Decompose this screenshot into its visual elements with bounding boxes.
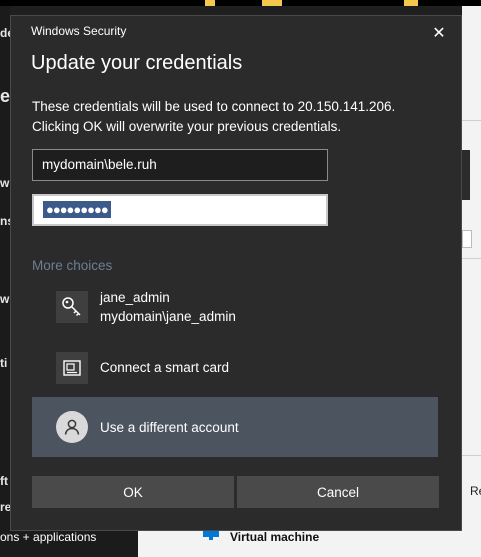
choice-saved-account[interactable]: jane_admin mydomain\jane_admin [32, 277, 438, 337]
choice-different-account[interactable]: Use a different account [32, 397, 438, 457]
background-left-text: w [0, 292, 10, 306]
background-tab-fragment [262, 0, 282, 6]
background-divider [462, 455, 481, 456]
background-divider [462, 120, 481, 121]
ok-button[interactable]: OK [32, 476, 234, 508]
background-right-pane [462, 6, 481, 557]
background-left-text: re [0, 500, 10, 514]
background-top-bar [0, 0, 481, 6]
background-nav-item: ons + applications [0, 530, 97, 544]
choice-smart-card[interactable]: Connect a smart card [32, 337, 438, 397]
background-divider [462, 258, 481, 259]
smart-card-icon [56, 352, 88, 384]
choice-label: Use a different account [100, 420, 239, 435]
background-right-divider [462, 150, 470, 200]
background-left-text: de [0, 26, 10, 40]
dialog-title: Update your credentials [31, 52, 243, 74]
dialog-message-line: These credentials will be used to connec… [32, 99, 396, 114]
background-left-text: w [0, 176, 10, 190]
close-button[interactable]: ✕ [427, 22, 451, 44]
background-left-text: ti [0, 356, 8, 370]
choice-label: Connect a smart card [100, 360, 230, 375]
username-field[interactable]: mydomain\bele.ruh [32, 149, 328, 181]
background-control [462, 230, 472, 248]
background-right-text: Re [470, 484, 481, 498]
choice-account-domain: mydomain\jane_admin [100, 309, 236, 324]
user-icon [56, 411, 88, 443]
dialog-message-line: Clicking OK will overwrite your previous… [32, 119, 342, 134]
dialog-caption: Windows Security [31, 24, 127, 38]
background-tab-fragment [205, 0, 215, 6]
key-icon [56, 291, 88, 323]
background-left-text: e [0, 86, 10, 106]
password-field[interactable]: ●●●●●●●●● [32, 194, 328, 226]
background-vm-label: Virtual machine [230, 530, 320, 544]
background-left-text: ft [0, 474, 8, 488]
dialog-message: These credentials will be used to connec… [32, 97, 452, 137]
choice-account-name: jane_admin [100, 290, 170, 305]
password-mask: ●●●●●●●●● [43, 201, 111, 218]
cancel-button[interactable]: Cancel [237, 476, 439, 508]
credentials-dialog: Windows Security ✕ Update your credentia… [10, 15, 462, 531]
background-tab-fragment [404, 0, 418, 6]
background-left-text: ns [0, 214, 10, 228]
close-icon: ✕ [432, 25, 446, 42]
more-choices-label: More choices [32, 258, 113, 273]
